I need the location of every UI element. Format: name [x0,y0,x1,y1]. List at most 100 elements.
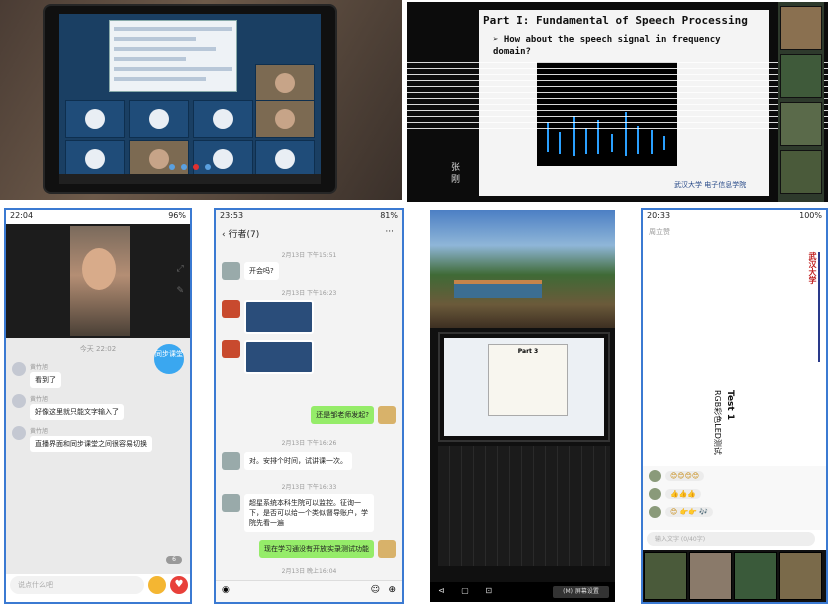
phone-live-class: 22:04 96% ⤢ ✎ 今天 22:02 同步课堂 黄竹旭 看到了 黄竹旭 好像… [4,208,192,604]
avatar [12,394,26,408]
screen-settings-button[interactable]: (M) 屏幕设置 [553,586,609,598]
battery: 100% [799,211,822,220]
sync-class-button[interactable]: 同步课堂 [154,344,184,374]
list-item: 黄竹旭 直播界面和同步课堂之间很容易切换 [12,426,152,452]
tablet-meeting-photo [0,0,402,200]
participant-strip [778,2,824,202]
screenshot-icon[interactable]: ⊡ [485,586,492,595]
university-logo: 武汉大学 电子信息学院 [674,181,747,189]
participant-strip [643,550,826,602]
message-row: 超星系统本科生院可以监控。征询一下，是否可以给一个类似督导账户，学院先看一遍 [222,494,374,532]
message-row [222,300,314,334]
video-tile[interactable] [65,100,125,138]
avatar [222,340,240,358]
list-item: 😊 👉👉 🎶 [649,506,713,518]
school-banner: 武汉大学 [806,252,820,362]
participant-video[interactable] [734,552,777,600]
video-tile[interactable] [193,100,253,138]
chat-area: 今天 22:02 同步课堂 黄竹旭 看到了 黄竹旭 好像这里就只能文字输入了 黄竹旭… [6,338,190,574]
participant-video[interactable] [644,552,687,600]
participant-video[interactable] [780,6,822,50]
list-item: 👍👍👍 [649,488,702,500]
video-tile[interactable] [255,100,315,138]
emoji-icon[interactable]: ☺ [371,585,380,595]
participant-video[interactable] [780,54,822,98]
video-tile[interactable] [255,64,315,102]
shared-image[interactable] [244,300,314,334]
tablet-device [45,6,335,192]
status-bar: 20:33 100% [643,210,826,222]
video-tile[interactable] [193,140,253,178]
participant-video[interactable] [780,150,822,194]
rotate-icon[interactable]: ⤢ [176,258,184,280]
video-tile[interactable] [129,100,189,138]
avatar [222,494,240,512]
avatar [649,506,661,518]
message-row: 对。安排个时间，试讲课一次。 [222,452,352,470]
status-bar: 23:53 81% [216,210,402,222]
add-icon[interactable]: ⊕ [388,585,396,595]
teacher-name: 周立赞 [649,228,670,236]
date-label: 2月13日 下午16:23 [281,290,337,297]
recent-icon[interactable]: ▢ [461,586,469,595]
video-tile[interactable] [65,140,125,178]
message-row: 还是邹老师发起? [311,406,396,424]
slide-screenshot: Part I: Fundamental of Speech Processing… [407,2,828,202]
chat-input[interactable]: 说点什么吧 [10,576,144,594]
slide-title: Part I: Fundamental of Speech Processing [483,14,748,27]
date-label: 2月13日 下午15:51 [281,252,337,259]
avatar [378,406,396,424]
heart-icon[interactable]: ♥ [170,576,188,594]
avatar [12,362,26,376]
video-tile[interactable] [129,140,189,178]
video-tile[interactable] [255,140,315,178]
chat-input[interactable]: 输入文字 (0/40字) [647,532,815,546]
voice-icon[interactable]: ◉ [222,585,230,595]
battery: 81% [380,211,398,220]
avatar [222,262,240,280]
mic-button[interactable] [169,164,175,170]
chat-area: 😊😊😊😊 👍👍👍 😊 👉👉 🎶 [643,466,826,530]
list-item: 黄竹旭 看到了 [12,362,61,388]
slide-subtitle: RGB彩色LED测试 [713,390,722,455]
participant-video[interactable] [780,102,822,146]
more-icon[interactable]: ··· [385,227,394,237]
avatar [649,470,661,482]
lecture-slide: 武汉大学 Test 1 RGB彩色LED测试 [643,240,826,466]
clock: 20:33 [647,211,671,220]
live-video[interactable] [6,224,190,338]
message-row: 现在学习通没有开放实录测试功能 [259,540,396,558]
message-row: 开会吗? [222,262,279,280]
list-item: 😊😊😊😊 [649,470,705,482]
share-button[interactable] [205,164,211,170]
hangup-button[interactable] [193,164,199,170]
gift-icon[interactable] [148,576,166,594]
edit-icon[interactable]: ✎ [176,280,184,302]
avatar [649,488,661,500]
date-label: 2月13日 下午16:26 [281,440,337,447]
shared-image[interactable] [244,340,314,374]
status-bar: 22:04 96% [6,210,190,222]
phone-class-live: 20:33 100% 周立赞 武汉大学 Test 1 RGB彩色LED测试 😊😊… [641,208,828,604]
input-bar[interactable]: ◉ ☺ ⊕ [216,580,402,602]
count-badge: 6 [166,556,182,564]
battery: 96% [168,211,186,220]
presenter-label: 张 刚 [449,162,459,183]
phone-group-chat: 23:53 81% ‹ 行者(7) ··· 2月13日 下午15:51 开会吗?… [214,208,404,604]
participant-video[interactable] [689,552,732,600]
camera-button[interactable] [181,164,187,170]
list-item: 黄竹旭 好像这里就只能文字输入了 [12,394,124,420]
shared-window [109,20,237,92]
participant-video[interactable] [779,552,822,600]
slide-bullet: ➢ How about the speech signal in frequen… [493,35,721,57]
back-icon[interactable]: ⊲ [438,586,445,595]
chat-header: ‹ 行者(7) ··· [216,224,402,242]
chat-title: 行者(7) [228,230,260,240]
shared-document: Part 3 [488,344,568,416]
message-row [222,340,314,374]
video-meeting-screen [59,14,321,184]
avatar [222,452,240,470]
arrow-icon: ➢ [493,35,504,45]
keyboard [438,446,610,566]
side-toolbar: ⤢ ✎ [176,258,184,302]
